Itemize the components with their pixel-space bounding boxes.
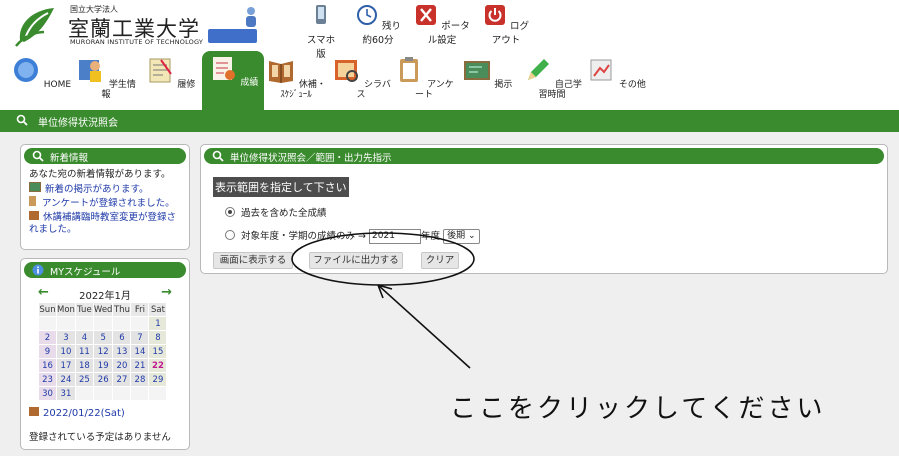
highlight-ellipse [291,232,475,286]
annotation-arrow [377,284,471,369]
annotation-text: ここをクリックしてください [450,394,826,424]
